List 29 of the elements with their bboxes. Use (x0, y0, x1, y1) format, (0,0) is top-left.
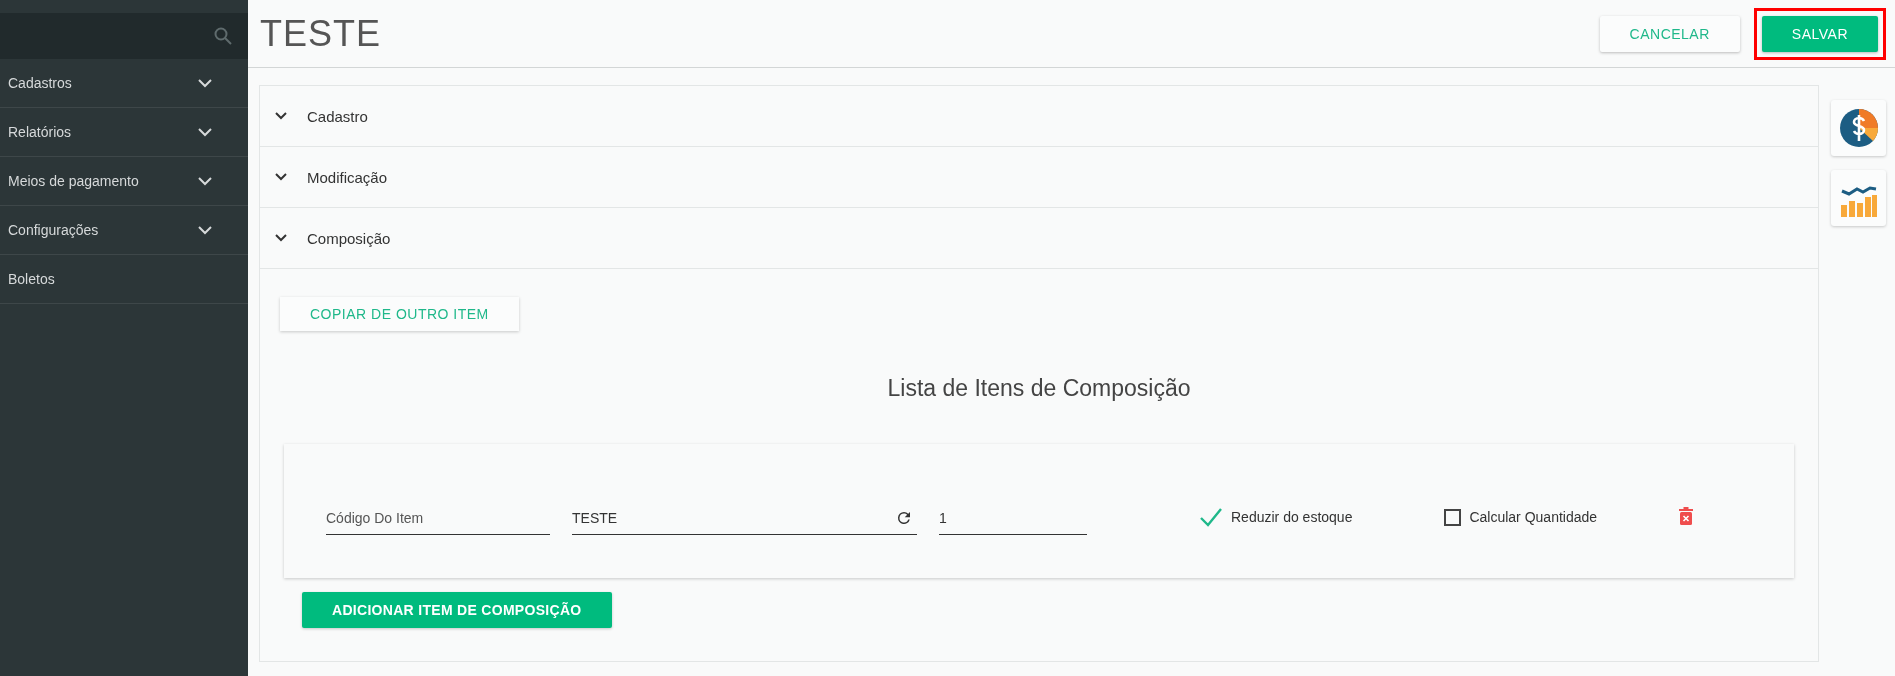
accordion-header[interactable]: Composição (260, 208, 1818, 269)
sidebar-item[interactable]: Cadastros (0, 59, 248, 108)
chevron-down-icon (198, 176, 212, 186)
finance-button[interactable] (1831, 100, 1886, 156)
chevron-down-icon (275, 234, 287, 242)
dollar-pie-chart-icon (1838, 108, 1879, 148)
page-title: TESTE (260, 12, 381, 55)
chevron-down-icon (198, 225, 212, 235)
sidebar-item[interactable]: Configurações (0, 206, 248, 255)
sidebar-item[interactable]: Boletos (0, 255, 248, 304)
chevron-down-icon (198, 78, 212, 88)
quantity-field[interactable]: 1 (939, 501, 1087, 535)
checkbox-label: Calcular Quantidade (1469, 509, 1598, 525)
item-code-field[interactable]: Código Do Item (326, 501, 550, 535)
accordion-header[interactable]: Cadastro (260, 86, 1818, 147)
accordion-header[interactable]: Modificação (260, 147, 1818, 208)
chevron-down-icon (275, 173, 287, 181)
list-title: Lista de Itens de Composição (886, 375, 1192, 402)
sidebar-item[interactable]: Relatórios (0, 108, 248, 157)
statistics-button[interactable] (1831, 170, 1886, 226)
delete-icon[interactable] (1679, 507, 1694, 525)
sidebar-item[interactable]: Meios de pagamento (0, 157, 248, 206)
search-icon[interactable] (214, 27, 232, 45)
refresh-icon[interactable] (895, 509, 913, 527)
chevron-down-icon (198, 127, 212, 137)
checkbox-label: Reduzir do estoque (1231, 509, 1353, 525)
checkbox[interactable] (1199, 507, 1223, 527)
chevron-down-icon (275, 112, 287, 120)
checkbox[interactable] (1444, 508, 1462, 526)
